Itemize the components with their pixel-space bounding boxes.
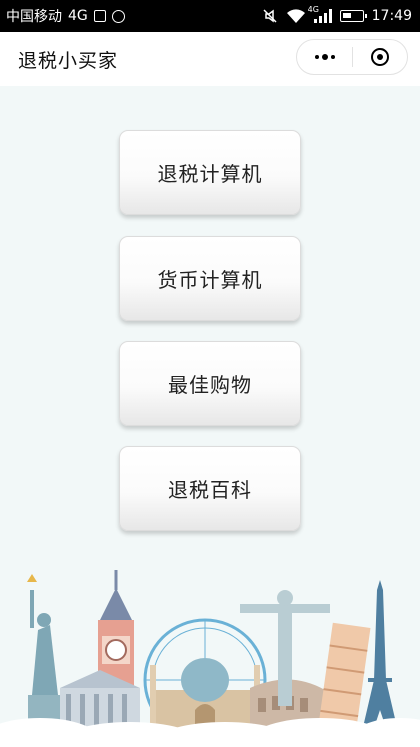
eiffel-tower	[360, 580, 400, 740]
close-mini-program-icon[interactable]	[353, 40, 407, 74]
clock-time: 17:49	[371, 8, 412, 24]
tax-refund-calculator-button[interactable]: 退税计算机	[119, 130, 301, 215]
wifi-icon	[286, 9, 305, 23]
best-shopping-button[interactable]: 最佳购物	[119, 341, 301, 426]
battery-icon	[339, 10, 367, 22]
world-landmarks-illustration	[0, 570, 420, 747]
more-icon[interactable]	[297, 40, 352, 74]
page-title: 退税小买家	[18, 49, 119, 72]
cat-face-icon	[111, 9, 125, 23]
currency-calculator-button[interactable]: 货币计算机	[119, 236, 301, 321]
status-bar: 中国移动 4G 4G 17:49	[0, 0, 420, 32]
carrier-name: 中国移动	[6, 9, 62, 25]
tax-refund-wiki-button[interactable]: 退税百科	[119, 446, 301, 531]
signal-icon: 4G	[308, 5, 332, 23]
image-icon	[93, 10, 106, 22]
nav-bar: 退税小买家	[0, 32, 420, 86]
network-type: 4G	[68, 8, 88, 24]
mute-icon	[263, 9, 277, 23]
mini-program-capsule	[296, 39, 408, 75]
